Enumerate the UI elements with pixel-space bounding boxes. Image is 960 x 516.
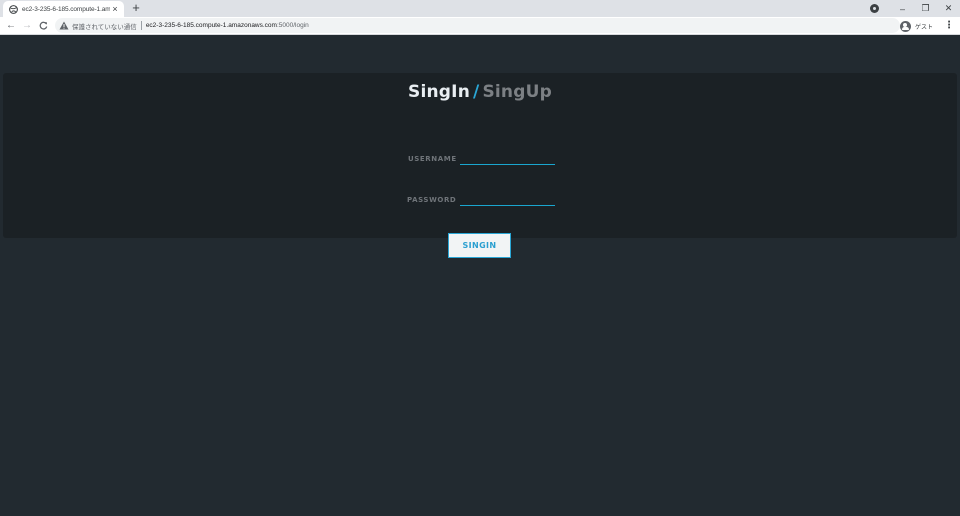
username-label: USERNAME — [408, 155, 457, 163]
account-icon[interactable] — [899, 20, 911, 32]
signin-button[interactable]: SINGIN — [448, 233, 511, 258]
username-input[interactable] — [460, 153, 555, 165]
reload-icon — [39, 21, 47, 30]
password-label: PASSWORD — [407, 196, 457, 204]
username-field: USERNAME — [408, 151, 558, 165]
signin-tab[interactable]: SingIn — [408, 82, 470, 102]
warning-icon — [59, 21, 69, 30]
browser-tab-strip: ec2-3-235-6-185.compute-1.amazonaws.com … — [0, 0, 960, 17]
page-body: SingIn / SingUp USERNAME PASSWORD SINGIN — [0, 35, 960, 516]
password-input[interactable] — [460, 194, 555, 206]
omnibox-divider — [140, 21, 142, 30]
reload-button[interactable] — [35, 18, 51, 34]
heading-slash: / — [473, 82, 480, 102]
url-path: :5000/login — [276, 22, 309, 29]
back-button[interactable]: ← — [3, 18, 19, 34]
new-tab-button[interactable]: + — [129, 1, 143, 15]
address-bar[interactable]: 保護されていない通信 ec2-3-235-6-185.compute-1.ama… — [55, 18, 900, 33]
window-controls: – ❐ ✕ — [870, 0, 960, 17]
url-host: ec2-3-235-6-185.compute-1.amazonaws.com — [145, 22, 277, 29]
signup-tab[interactable]: SingUp — [482, 82, 552, 102]
media-control-icon[interactable] — [870, 4, 879, 13]
close-window-button[interactable]: ✕ — [937, 0, 960, 17]
forward-button[interactable]: → — [19, 18, 35, 34]
browser-toolbar: ← → 保護されていない通信 ec2-3-235-6-185.compute-1… — [0, 17, 960, 35]
restore-button[interactable]: ❐ — [914, 0, 937, 17]
login-card: SingIn / SingUp USERNAME PASSWORD SINGIN — [3, 73, 957, 258]
security-status-text[interactable]: 保護されていない通信 — [72, 21, 137, 31]
kebab-menu-icon[interactable]: ⋮ — [944, 21, 954, 31]
tab-close-icon[interactable]: × — [110, 4, 120, 14]
minimize-button[interactable]: – — [891, 0, 914, 17]
globe-icon — [9, 4, 18, 14]
profile-label[interactable]: ゲスト — [915, 22, 933, 31]
auth-heading: SingIn / SingUp — [3, 82, 957, 102]
toolbar-right: ゲスト ⋮ — [899, 17, 954, 35]
tab-title: ec2-3-235-6-185.compute-1.amazonaws.com — [22, 5, 110, 13]
browser-tab[interactable]: ec2-3-235-6-185.compute-1.amazonaws.com … — [3, 1, 124, 17]
password-field: PASSWORD — [407, 192, 557, 206]
